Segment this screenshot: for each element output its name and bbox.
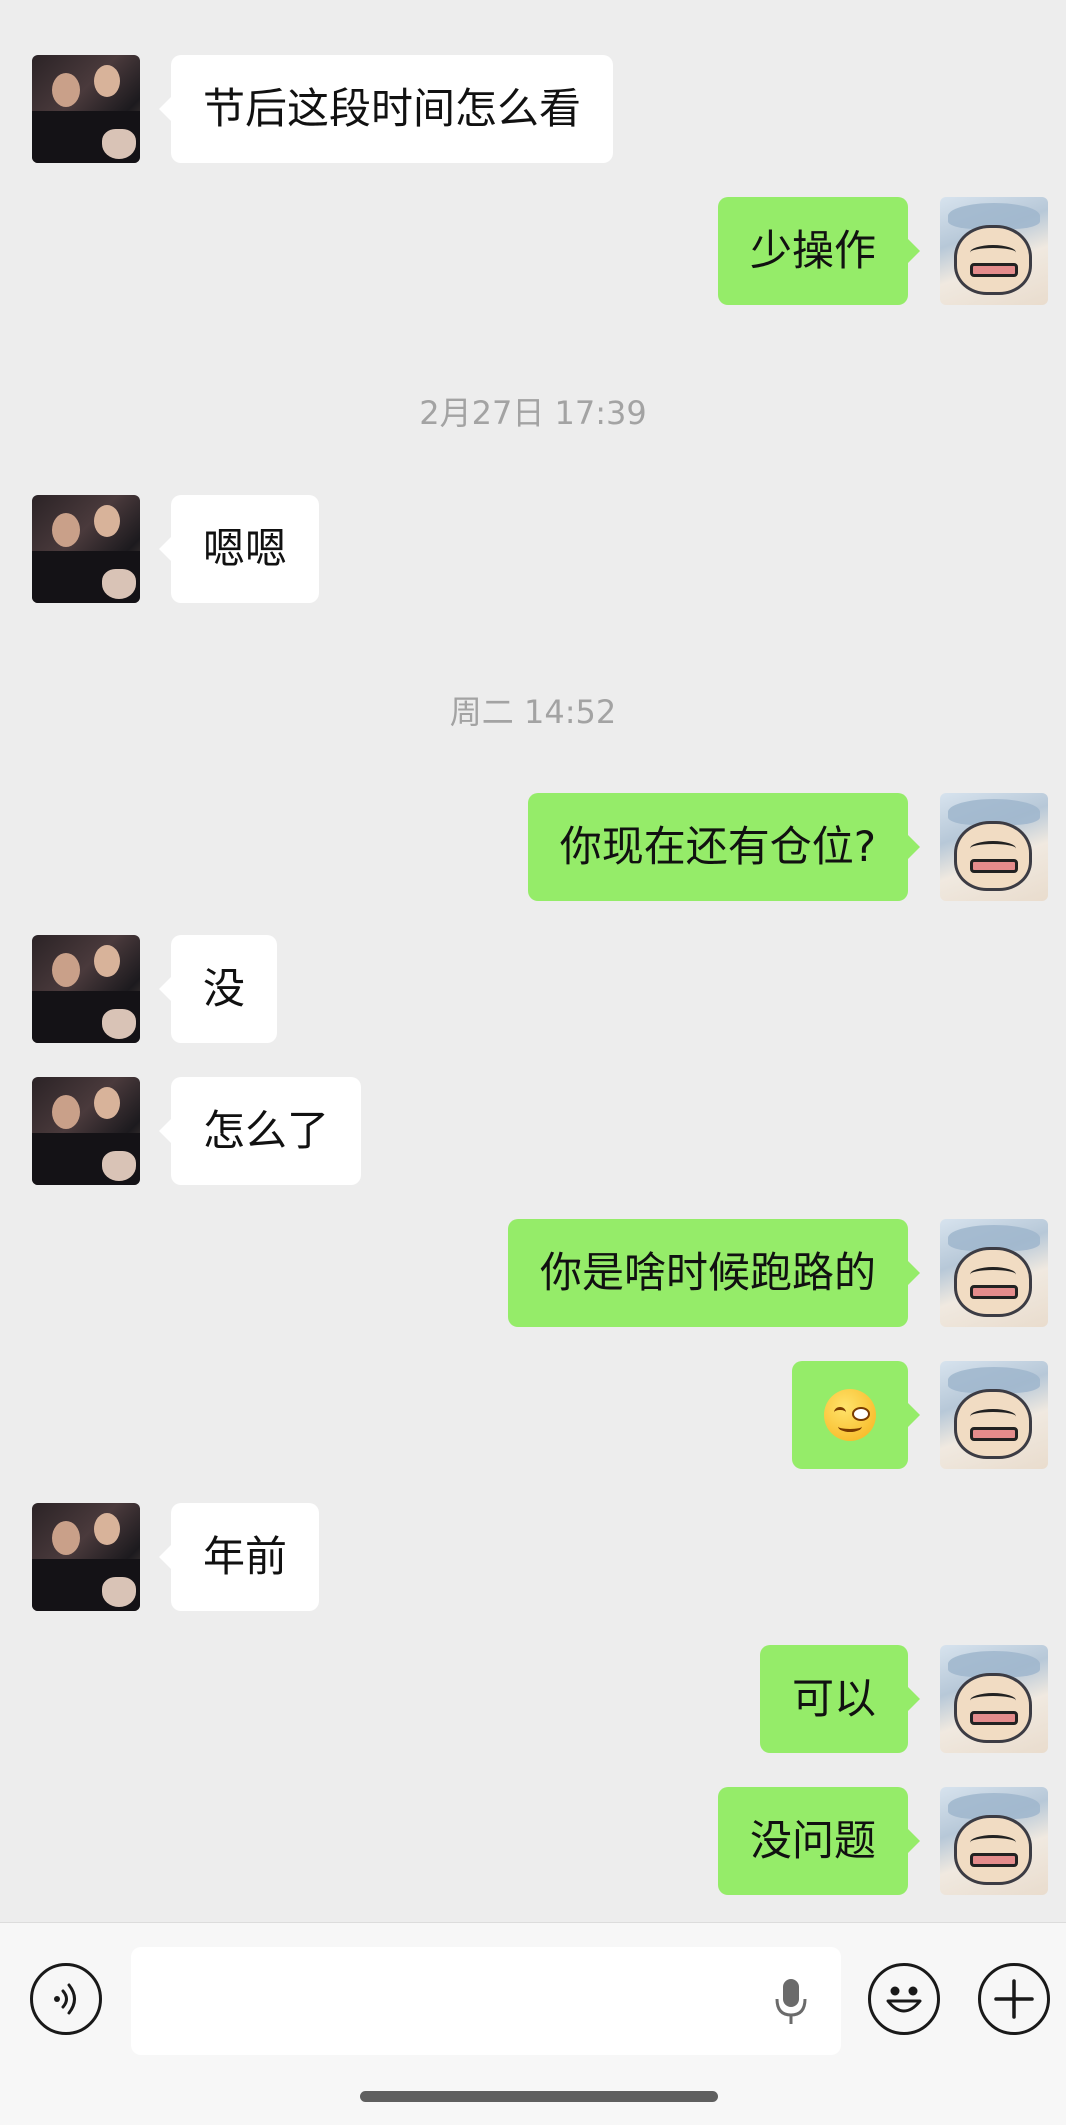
- received-message-bubble[interactable]: 节后这段时间怎么看: [158, 55, 614, 163]
- received-message-bubble[interactable]: 没: [158, 935, 278, 1043]
- message-row: 可以: [0, 1645, 1066, 1753]
- emoji-icon[interactable]: [868, 1963, 940, 2035]
- contact-avatar[interactable]: [32, 1503, 140, 1611]
- sent-emoji-bubble[interactable]: [792, 1361, 920, 1469]
- sent-message-bubble[interactable]: 你现在还有仓位?: [527, 793, 921, 901]
- message-input[interactable]: [131, 1947, 841, 2055]
- message-row: 你是啥时候跑路的: [0, 1219, 1066, 1327]
- contact-avatar[interactable]: [32, 1077, 140, 1185]
- message-row: [0, 1361, 1066, 1469]
- message-row: 少操作: [0, 197, 1066, 305]
- sent-message-bubble[interactable]: 没问题: [717, 1787, 921, 1895]
- received-message-bubble[interactable]: 怎么了: [158, 1077, 362, 1185]
- plus-icon[interactable]: [978, 1963, 1050, 2035]
- timestamp-label: 2月27日 17:39: [419, 394, 647, 432]
- received-message-bubble[interactable]: 嗯嗯: [158, 495, 320, 603]
- contact-avatar[interactable]: [32, 55, 140, 163]
- received-message-bubble[interactable]: 年前: [158, 1503, 320, 1611]
- message-row: 节后这段时间怎么看: [0, 55, 1066, 163]
- message-row: 没问题: [0, 1787, 1066, 1895]
- my-avatar[interactable]: [940, 1787, 1048, 1895]
- sent-message-bubble[interactable]: 可以: [759, 1645, 921, 1753]
- my-avatar[interactable]: [940, 197, 1048, 305]
- sent-message-bubble[interactable]: 少操作: [717, 197, 921, 305]
- home-indicator[interactable]: [360, 2091, 718, 2102]
- message-row: 嗯嗯: [0, 495, 1066, 603]
- contact-avatar[interactable]: [32, 935, 140, 1043]
- my-avatar[interactable]: [940, 1645, 1048, 1753]
- chat-area[interactable]: 节后这段时间怎么看 少操作 2月27日 17:39 嗯嗯 周二 14:52 你现…: [0, 0, 1066, 1922]
- message-row: 年前: [0, 1503, 1066, 1611]
- smirk-face-emoji-icon: [824, 1388, 876, 1441]
- my-avatar[interactable]: [940, 1219, 1048, 1327]
- timestamp-label: 周二 14:52: [449, 693, 617, 731]
- my-avatar[interactable]: [940, 1361, 1048, 1469]
- message-row: 怎么了: [0, 1077, 1066, 1185]
- contact-avatar[interactable]: [32, 495, 140, 603]
- my-avatar[interactable]: [940, 793, 1048, 901]
- sent-message-bubble[interactable]: 你是啥时候跑路的: [507, 1219, 921, 1327]
- message-row: 你现在还有仓位?: [0, 793, 1066, 901]
- message-row: 没: [0, 935, 1066, 1043]
- microphone-icon[interactable]: [771, 1977, 811, 2027]
- voice-icon[interactable]: [30, 1963, 102, 2035]
